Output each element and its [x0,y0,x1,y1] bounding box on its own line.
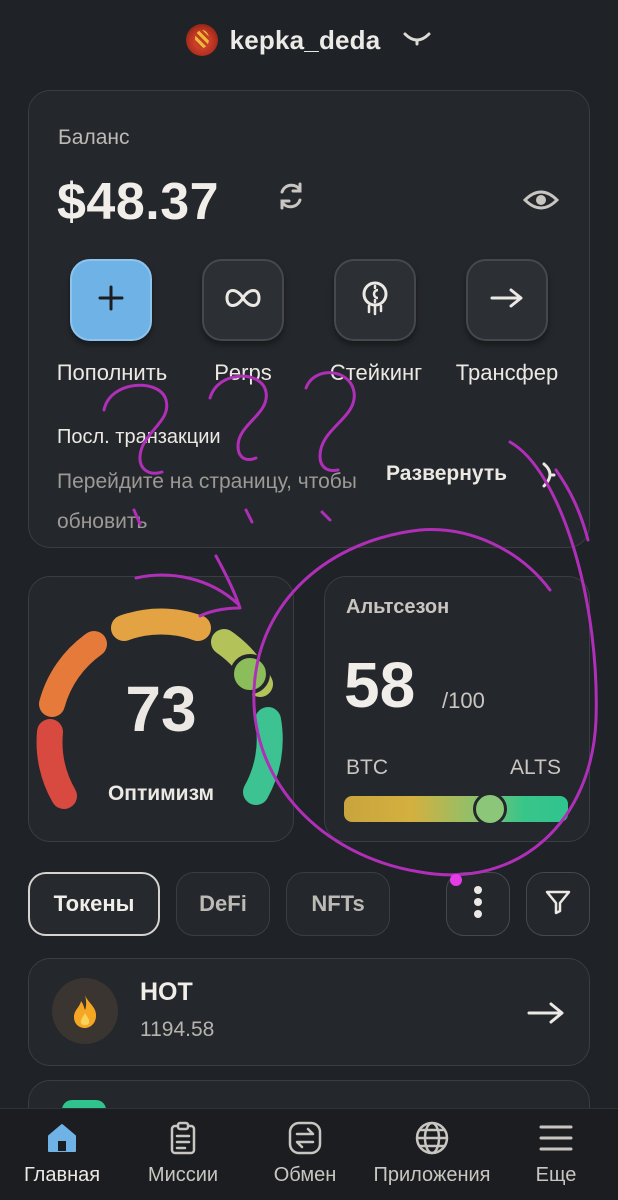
perps-label: Perps [214,360,272,385]
optimism-value: 73 [125,673,197,745]
swap-icon [243,1118,367,1158]
perps-button[interactable] [202,259,284,341]
globe-icon [370,1118,494,1158]
tab-defi[interactable]: DeFi [176,872,270,936]
altseason-value: 58 [344,649,416,721]
coin-drip-icon [358,280,392,321]
nav-home[interactable]: Главная [0,1118,124,1187]
transfer-button[interactable] [466,259,548,341]
balance-amount: $48.37 [57,173,220,231]
home-icon [0,1118,124,1158]
menu-icon [494,1118,618,1158]
altseason-max: /100 [442,688,485,713]
balance-label: Баланс [58,126,130,149]
nav-home-label: Главная [23,1164,101,1186]
nav-apps[interactable]: Приложения [370,1118,494,1187]
chevron-right-icon[interactable] [540,460,560,497]
wallet-header[interactable]: kepka_deda [0,18,618,62]
altseason-bar [344,796,568,822]
kebab-menu-icon [473,885,483,924]
recent-transactions-hint: Перейдите на страницу, чтобы обновить [57,470,357,533]
avatar [185,24,218,56]
nav-swap[interactable]: Обмен [243,1118,367,1187]
token-amount: 1194.58 [140,1018,215,1041]
infinity-icon [223,286,263,315]
altseason-title: Альтсезон [346,596,450,618]
transfer-label: Трансфер [455,360,559,385]
altseason-btc-label: BTC [346,756,388,779]
username: kepka_deda [229,24,381,55]
tab-nfts[interactable]: NFTs [286,872,390,936]
filter-button[interactable] [526,872,590,936]
plus-icon [97,284,125,317]
nav-missions-label: Миссии [147,1164,219,1186]
deposit-button[interactable] [70,259,152,341]
nav-apps-label: Приложения [373,1164,491,1186]
clipboard-icon [121,1118,245,1158]
tab-tokens[interactable]: Токены [28,872,160,936]
more-options-button[interactable] [446,872,510,936]
nav-missions[interactable]: Миссии [121,1118,245,1187]
chevron-down-icon[interactable] [402,29,432,52]
nav-more-label: Еще [535,1164,577,1186]
altseason-indicator [472,792,507,826]
refresh-icon[interactable] [276,180,306,212]
optimism-label: Оптимизм [107,782,215,805]
filter-icon [544,888,572,921]
nav-more[interactable]: Еще [494,1118,618,1187]
eye-icon[interactable] [522,186,560,214]
expand-button[interactable]: Развернуть [386,462,507,486]
flame-icon [52,978,118,1044]
arrow-right-icon[interactable] [526,998,566,1028]
token-name: HOT [140,978,193,1006]
recent-transactions-title: Посл. транзакции [57,426,221,448]
arrow-right-icon [489,286,525,315]
deposit-label: Пополнить [56,360,168,385]
staking-label: Стейкинг [329,360,423,385]
altseason-alts-label: ALTS [510,756,561,779]
staking-button[interactable] [334,259,416,341]
nav-swap-label: Обмен [273,1164,337,1186]
